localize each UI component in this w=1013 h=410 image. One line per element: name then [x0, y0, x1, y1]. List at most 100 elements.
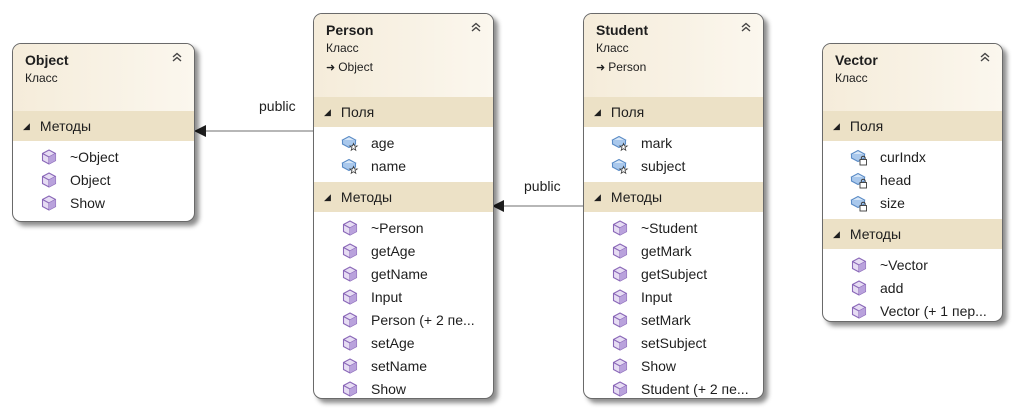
member-label: Show — [371, 380, 407, 397]
member-label: subject — [641, 157, 686, 174]
class-name: Person — [326, 22, 374, 38]
section-fields[interactable]: ◢ Поля — [584, 97, 763, 127]
collapse-triangle-icon[interactable]: ◢ — [594, 107, 601, 118]
method-icon — [342, 242, 358, 259]
member-label: setMark — [641, 311, 691, 328]
method-icon — [612, 380, 628, 397]
link-label-student-person: public — [524, 178, 561, 194]
member-label: setName — [371, 357, 428, 374]
section-title: Методы — [39, 118, 92, 134]
member-label: Input — [641, 288, 673, 305]
base-class-name: Person — [608, 60, 647, 74]
field-item[interactable]: head — [823, 168, 1002, 191]
method-item[interactable]: add — [823, 276, 1002, 299]
collapse-triangle-icon[interactable]: ◢ — [833, 121, 840, 132]
private-field-icon — [850, 195, 867, 211]
collapse-triangle-icon[interactable]: ◢ — [594, 192, 601, 203]
member-label: getName — [371, 265, 428, 282]
member-label: curIndx — [880, 148, 926, 165]
method-icon — [612, 311, 628, 328]
method-icon — [612, 357, 628, 374]
collapse-triangle-icon[interactable]: ◢ — [23, 121, 30, 132]
section-title: Поля — [340, 104, 375, 120]
method-item[interactable]: ~Object — [13, 145, 194, 168]
method-icon — [851, 302, 867, 319]
method-item[interactable]: setSubject — [584, 331, 763, 354]
class-name: Vector — [835, 52, 878, 68]
section-methods[interactable]: ◢ Методы — [13, 111, 194, 141]
inherits-arrow-icon: ➜ — [326, 62, 336, 74]
member-label: head — [880, 171, 912, 188]
field-item[interactable]: curIndx — [823, 145, 1002, 168]
field-icon — [611, 158, 629, 174]
method-item[interactable]: setName — [314, 354, 493, 377]
class-header: Person Класс ➜ Object — [314, 14, 493, 97]
class-name: Student — [596, 22, 649, 38]
method-item[interactable]: ~Person — [314, 216, 493, 239]
field-item[interactable]: size — [823, 191, 1002, 214]
method-item[interactable]: getAge — [314, 239, 493, 262]
method-icon — [342, 357, 358, 374]
method-item[interactable]: Show — [314, 377, 493, 398]
method-item[interactable]: setAge — [314, 331, 493, 354]
field-item[interactable]: name — [314, 154, 493, 177]
method-item[interactable]: Student (+ 2 пе... — [584, 377, 763, 398]
method-item[interactable]: Show — [13, 191, 194, 214]
method-item[interactable]: setMark — [584, 308, 763, 331]
member-label: age — [371, 134, 395, 151]
field-icon — [341, 135, 359, 151]
section-title: Поля — [849, 118, 884, 134]
method-item[interactable]: Vector (+ 1 пер... — [823, 299, 1002, 321]
section-fields[interactable]: ◢ Поля — [823, 111, 1002, 141]
member-label: size — [880, 194, 905, 211]
class-person[interactable]: Person Класс ➜ Object ◢ Поля age name ◢ М… — [313, 13, 494, 399]
method-item[interactable]: Input — [584, 285, 763, 308]
field-icon — [611, 135, 629, 151]
collapse-triangle-icon[interactable]: ◢ — [833, 229, 840, 240]
class-diagram-canvas: public public Object Класс ◢ Методы ~Obj… — [0, 0, 1013, 410]
member-label: ~Object — [70, 148, 119, 165]
collapse-triangle-icon[interactable]: ◢ — [324, 107, 331, 118]
field-item[interactable]: age — [314, 131, 493, 154]
field-item[interactable]: subject — [584, 154, 763, 177]
class-object[interactable]: Object Класс ◢ Методы ~Object Object Sho… — [12, 43, 195, 222]
collapse-icon[interactable] — [169, 49, 185, 65]
member-label: ~Student — [641, 219, 698, 236]
method-item[interactable]: ~Student — [584, 216, 763, 239]
inheritance-link-student-person[interactable] — [492, 200, 583, 212]
class-student[interactable]: Student Класс ➜ Person ◢ Поля mark subjec… — [583, 13, 764, 399]
class-name: Object — [25, 52, 69, 68]
method-item[interactable]: ~Vector — [823, 253, 1002, 276]
collapse-icon[interactable] — [977, 49, 993, 65]
method-item[interactable]: getSubject — [584, 262, 763, 285]
member-label: setSubject — [641, 334, 707, 351]
method-item[interactable]: Object — [13, 168, 194, 191]
section-methods[interactable]: ◢ Методы — [314, 182, 493, 212]
method-icon — [41, 194, 57, 211]
collapse-icon[interactable] — [468, 19, 484, 35]
member-label: Input — [371, 288, 403, 305]
method-icon — [41, 171, 57, 188]
method-icon — [851, 279, 867, 296]
method-item[interactable]: Input — [314, 285, 493, 308]
field-item[interactable]: mark — [584, 131, 763, 154]
collapse-icon[interactable] — [738, 19, 754, 35]
member-label: getSubject — [641, 265, 708, 282]
section-methods[interactable]: ◢ Методы — [584, 182, 763, 212]
section-title: Поля — [610, 104, 645, 120]
method-icon — [851, 256, 867, 273]
field-icon — [341, 158, 359, 174]
method-item[interactable]: getName — [314, 262, 493, 285]
member-label: Show — [70, 194, 106, 211]
method-item[interactable]: Person (+ 2 пе... — [314, 308, 493, 331]
method-icon — [612, 265, 628, 282]
inheritance-link-person-object[interactable] — [194, 125, 313, 137]
method-item[interactable]: Show — [584, 354, 763, 377]
section-methods[interactable]: ◢ Методы — [823, 219, 1002, 249]
section-title: Методы — [849, 226, 902, 242]
collapse-triangle-icon[interactable]: ◢ — [324, 192, 331, 203]
section-fields[interactable]: ◢ Поля — [314, 97, 493, 127]
class-vector[interactable]: Vector Класс ◢ Поля curIndx head size ◢ … — [822, 43, 1003, 322]
method-icon — [41, 148, 57, 165]
method-item[interactable]: getMark — [584, 239, 763, 262]
